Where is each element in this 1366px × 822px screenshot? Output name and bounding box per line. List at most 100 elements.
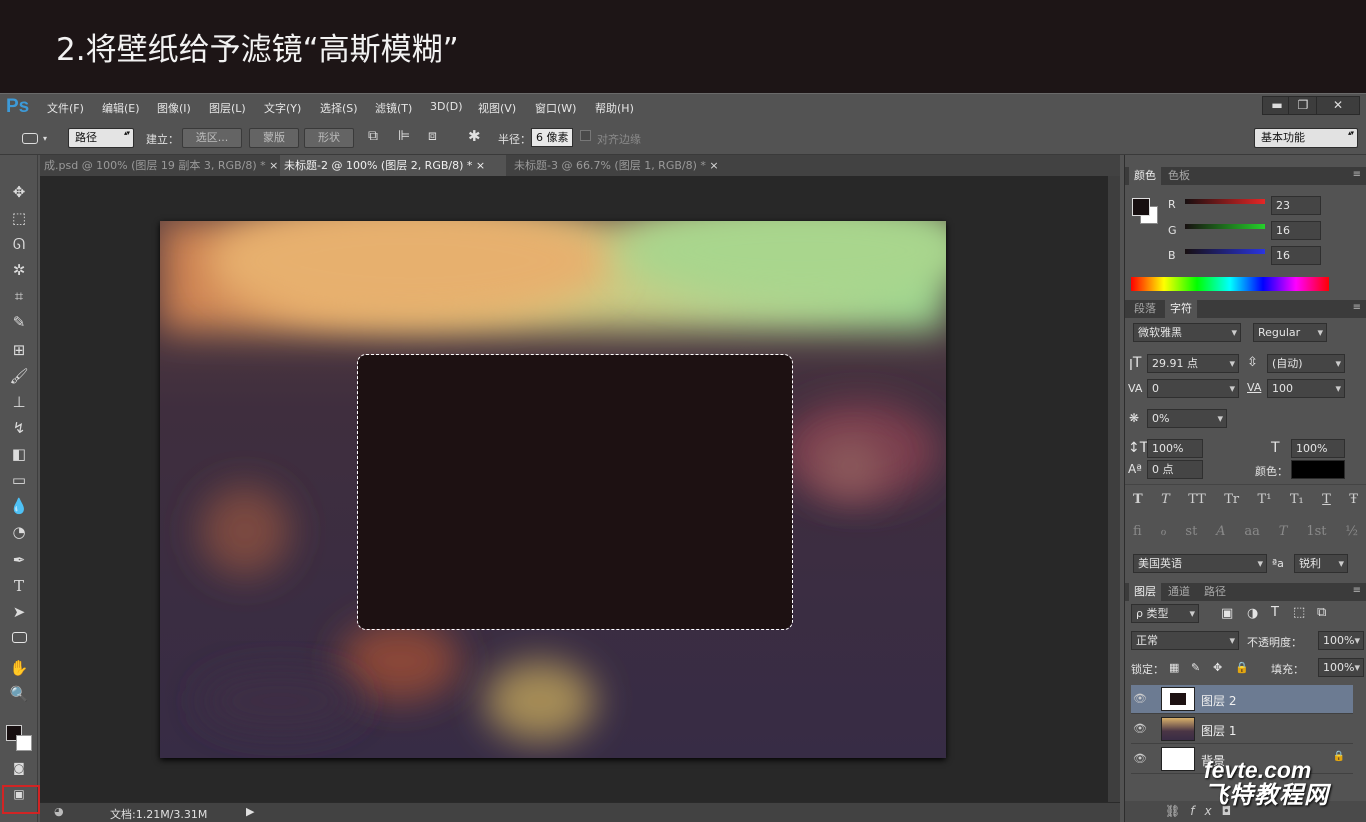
panel-menu-icon[interactable]: ≡ (1353, 585, 1361, 596)
menu-3d[interactable]: 3D(D) (430, 100, 463, 113)
radius-input[interactable]: 6 像素 (531, 128, 573, 147)
leading-select[interactable]: (自动) (1267, 354, 1345, 373)
workspace-select[interactable]: 基本功能 (1254, 128, 1358, 148)
panel-foreground-swatch[interactable] (1132, 198, 1150, 216)
align-edges-checkbox[interactable] (580, 130, 591, 141)
layer-row-1[interactable]: 👁 图层 1 (1131, 715, 1353, 744)
tab-doc-3[interactable]: 未标题-3 @ 66.7% (图层 1, RGB/8) * × (510, 155, 730, 176)
type-filter-icon[interactable]: T (1271, 605, 1279, 620)
faux-italic-button[interactable]: T (1161, 492, 1170, 507)
menu-window[interactable]: 窗口(W) (535, 100, 576, 116)
path-operations-icon[interactable]: ⧉ (368, 128, 378, 144)
all-caps-button[interactable]: TT (1188, 492, 1206, 507)
font-style-select[interactable]: Regular (1253, 323, 1327, 342)
fractions-button[interactable]: ½ (1345, 524, 1358, 539)
lock-pixels-icon[interactable]: ✎ (1191, 661, 1200, 674)
font-size-select[interactable]: 29.91 点 (1147, 354, 1239, 373)
antialias-select[interactable]: 锐利 (1294, 554, 1348, 573)
status-menu-arrow-icon[interactable]: ▶ (246, 805, 254, 818)
tab-doc-1[interactable]: 成.psd @ 100% (图层 19 副本 3, RGB/8) * × (40, 155, 280, 176)
move-tool-icon[interactable]: ✥ (8, 181, 30, 203)
restore-button[interactable]: ❐ (1288, 96, 1318, 115)
rounded-rectangle-shape[interactable] (357, 354, 793, 630)
stylistic-alternates-button[interactable]: aa (1244, 524, 1260, 539)
menu-image[interactable]: 图像(I) (157, 100, 191, 116)
shape-filter-icon[interactable]: ⬚ (1293, 605, 1305, 620)
path-selection-tool-icon[interactable]: ➤ (8, 601, 30, 623)
blur-tool-icon[interactable]: 💧 (8, 495, 30, 517)
lasso-tool-icon[interactable]: ᘏ (8, 233, 30, 255)
horizontal-scale-input[interactable]: 100% (1291, 439, 1345, 458)
r-slider[interactable] (1185, 199, 1265, 204)
subscript-button[interactable]: T₁ (1290, 492, 1304, 507)
crop-tool-icon[interactable]: ⌗ (8, 285, 30, 307)
menu-file[interactable]: 文件(F) (47, 100, 84, 116)
tab-paths[interactable]: 路径 (1199, 583, 1231, 601)
tab-close-icon[interactable]: × (709, 159, 718, 172)
blend-mode-select[interactable]: 正常 (1131, 631, 1239, 650)
lock-all-icon[interactable]: 🔒 (1235, 661, 1249, 674)
smart-object-filter-icon[interactable]: ⧉ (1317, 605, 1326, 620)
menu-type[interactable]: 文字(Y) (264, 100, 301, 116)
pen-tool-icon[interactable]: ✒ (8, 549, 30, 571)
brush-tool-icon[interactable]: 🖌 (8, 365, 30, 387)
small-caps-button[interactable]: Tr (1224, 492, 1239, 507)
tab-swatches[interactable]: 色板 (1163, 167, 1195, 185)
faux-bold-button[interactable]: T (1133, 492, 1143, 507)
tab-close-icon[interactable]: × (269, 159, 278, 172)
underline-button[interactable]: T (1322, 492, 1331, 507)
tab-channels[interactable]: 通道 (1163, 583, 1195, 601)
language-select[interactable]: 美国英语 (1133, 554, 1267, 573)
menu-help[interactable]: 帮助(H) (595, 100, 634, 116)
tab-layers[interactable]: 图层 (1129, 583, 1161, 601)
tab-paragraph[interactable]: 段落 (1129, 300, 1161, 318)
type-tool-icon[interactable]: T (8, 575, 30, 597)
magic-wand-tool-icon[interactable]: ✲ (8, 259, 30, 281)
background-color-swatch[interactable] (16, 735, 32, 751)
eyedropper-tool-icon[interactable]: ✎ (8, 311, 30, 333)
layer-filter-select[interactable]: ρ 类型 (1131, 604, 1199, 623)
ordinals-button[interactable]: 1st (1306, 524, 1326, 539)
tsume-select[interactable]: 0% (1147, 409, 1227, 428)
g-input[interactable]: 16 (1271, 221, 1321, 240)
pixel-filter-icon[interactable]: ▣ (1221, 606, 1233, 621)
quick-mask-icon[interactable]: ◙ (8, 757, 30, 779)
g-slider[interactable] (1185, 224, 1265, 229)
history-brush-tool-icon[interactable]: ↯ (8, 417, 30, 439)
discretionary-ligatures-button[interactable]: st (1185, 524, 1197, 539)
path-arrangement-icon[interactable]: ⧈ (428, 128, 437, 144)
menu-filter[interactable]: 滤镜(T) (375, 100, 412, 116)
color-ramp[interactable] (1131, 277, 1329, 291)
layer-row-2[interactable]: 👁 图层 2 (1131, 685, 1353, 714)
eye-icon[interactable]: 👁 (1133, 692, 1147, 705)
contextual-alternates-button[interactable]: ℴ (1161, 524, 1167, 539)
marquee-tool-icon[interactable]: ⬚ (8, 207, 30, 229)
dodge-tool-icon[interactable]: ◔ (8, 521, 30, 543)
make-shape-button[interactable]: 形状 (304, 128, 354, 148)
menu-view[interactable]: 视图(V) (478, 100, 516, 116)
text-color-swatch[interactable] (1291, 460, 1345, 479)
lock-transparency-icon[interactable]: ▦ (1169, 661, 1179, 674)
close-button[interactable]: ✕ (1316, 96, 1360, 115)
baseline-input[interactable]: 0 点 (1147, 460, 1203, 479)
link-layers-icon[interactable]: ⛓ (1165, 804, 1190, 818)
vertical-scrollbar[interactable] (1108, 176, 1120, 802)
screen-mode-icon[interactable]: ▣ (8, 783, 30, 805)
fill-input[interactable]: 100% (1318, 658, 1364, 677)
adjustment-filter-icon[interactable]: ◑ (1247, 606, 1258, 621)
b-slider[interactable] (1185, 249, 1265, 254)
tab-character[interactable]: 字符 (1165, 300, 1197, 318)
vertical-scale-input[interactable]: 100% (1147, 439, 1203, 458)
titling-alternates-button[interactable]: T (1279, 524, 1288, 539)
tab-color[interactable]: 颜色 (1129, 167, 1161, 185)
kerning-select[interactable]: 0 (1147, 379, 1239, 398)
superscript-button[interactable]: T¹ (1258, 492, 1272, 507)
tool-preset-picker[interactable]: ▾ (18, 129, 56, 147)
hand-tool-icon[interactable]: ✋ (8, 657, 30, 679)
eye-icon[interactable]: 👁 (1133, 722, 1147, 735)
make-mask-button[interactable]: 蒙版 (249, 128, 299, 148)
menu-select[interactable]: 选择(S) (320, 100, 358, 116)
zoom-tool-icon[interactable]: 🔍 (8, 683, 30, 705)
strikethrough-button[interactable]: Ŧ (1349, 492, 1358, 507)
path-alignment-icon[interactable]: ⊫ (398, 128, 410, 144)
